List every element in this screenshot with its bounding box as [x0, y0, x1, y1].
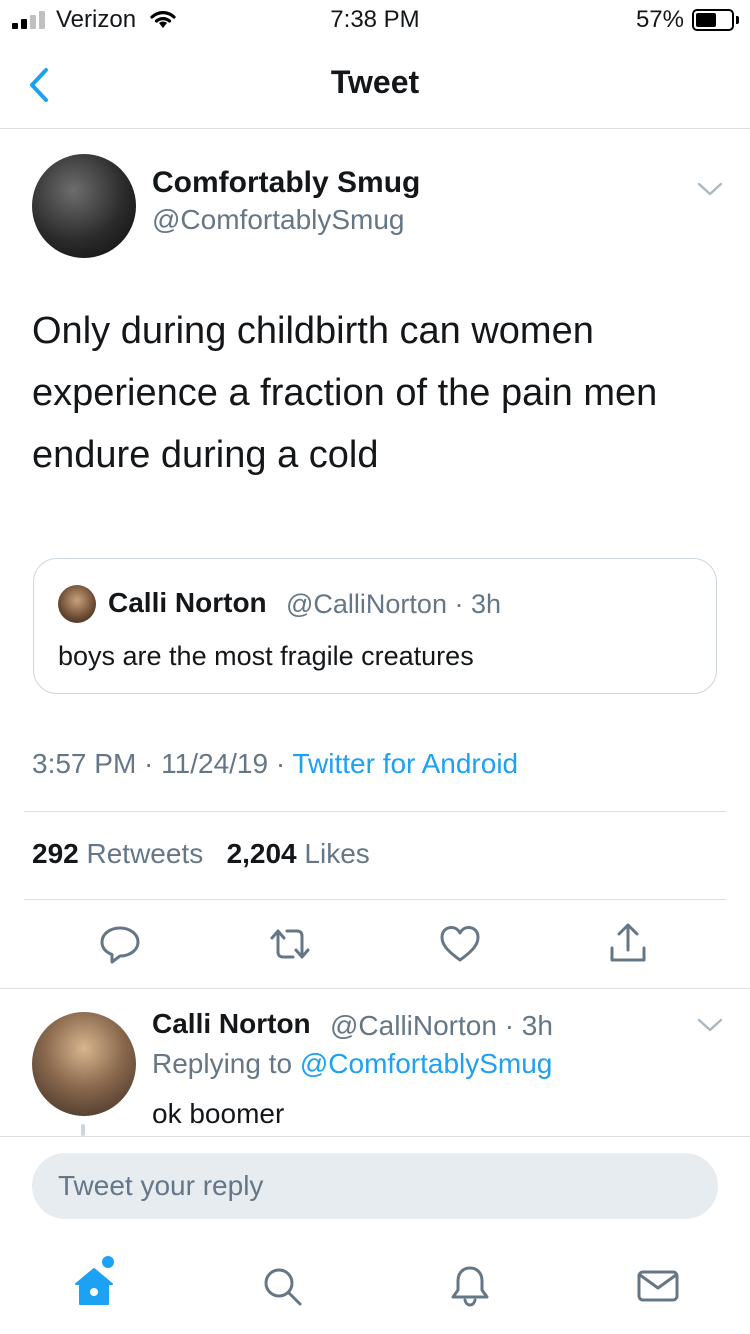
notifications-bell-icon[interactable]	[446, 1262, 494, 1310]
retweets-count: 292	[32, 838, 79, 869]
reply-input[interactable]	[32, 1153, 718, 1219]
battery-icon	[692, 9, 739, 31]
reply-text: ok boomer	[152, 1098, 285, 1129]
home-notification-dot	[102, 1256, 114, 1268]
author-avatar[interactable]	[32, 154, 136, 258]
home-icon[interactable]	[70, 1262, 118, 1310]
quoted-author-handle: @CalliNorton · 3h	[286, 589, 501, 619]
share-icon[interactable]	[604, 920, 652, 968]
tweet-options-chevron-icon[interactable]	[696, 180, 724, 198]
retweet-icon[interactable]	[266, 920, 314, 968]
quoted-avatar	[58, 585, 96, 623]
tweet-text: Only during childbirth can women experie…	[32, 310, 658, 476]
tweet-timestamp: 3:57 PM · 11/24/19 ·	[32, 748, 293, 779]
replying-to-mention[interactable]: @ComfortablySmug	[300, 1048, 553, 1079]
retweets-stat[interactable]: 292 Retweets	[32, 838, 203, 869]
likes-label: Likes	[304, 838, 370, 869]
quoted-tweet[interactable]: Calli Norton @CalliNorton · 3h boys are …	[33, 558, 717, 694]
thread-line	[81, 1124, 85, 1136]
reply-author-avatar[interactable]	[32, 1012, 136, 1116]
meta-divider	[24, 811, 726, 812]
likes-stat[interactable]: 2,204 Likes	[227, 838, 370, 869]
replying-to-line: Replying to @ComfortablySmug	[152, 1048, 552, 1080]
reply-author-handle[interactable]: @CalliNorton · 3h	[330, 1010, 553, 1042]
page-title: Tweet	[330, 64, 420, 100]
tweet-metadata: 3:57 PM · 11/24/19 · Twitter for Android	[32, 748, 518, 780]
status-bar: Verizon 7:38 PM 57%	[0, 0, 750, 40]
messages-envelope-icon[interactable]	[634, 1262, 682, 1310]
tweet-stats: 292 Retweets 2,204 Likes	[32, 838, 370, 870]
header-divider	[0, 128, 750, 129]
author-name[interactable]: Comfortably Smug	[152, 166, 420, 200]
retweets-label: Retweets	[86, 838, 204, 869]
like-heart-icon[interactable]	[436, 920, 484, 968]
reply-icon[interactable]	[96, 920, 144, 968]
reply-options-chevron-icon[interactable]	[696, 1016, 724, 1034]
stats-divider	[24, 899, 726, 900]
author-handle[interactable]: @ComfortablySmug	[152, 204, 405, 236]
likes-count: 2,204	[226, 838, 297, 869]
tweet-source-link[interactable]: Twitter for Android	[292, 748, 518, 779]
quoted-text: boys are the most fragile creatures	[58, 641, 474, 671]
battery-percent: 57%	[635, 6, 684, 33]
reply-author-name[interactable]: Calli Norton	[152, 1008, 311, 1040]
replying-to-prefix: Replying to	[152, 1048, 300, 1079]
actions-divider	[0, 988, 750, 989]
search-icon[interactable]	[258, 1262, 306, 1310]
quoted-author-name: Calli Norton	[108, 587, 267, 618]
